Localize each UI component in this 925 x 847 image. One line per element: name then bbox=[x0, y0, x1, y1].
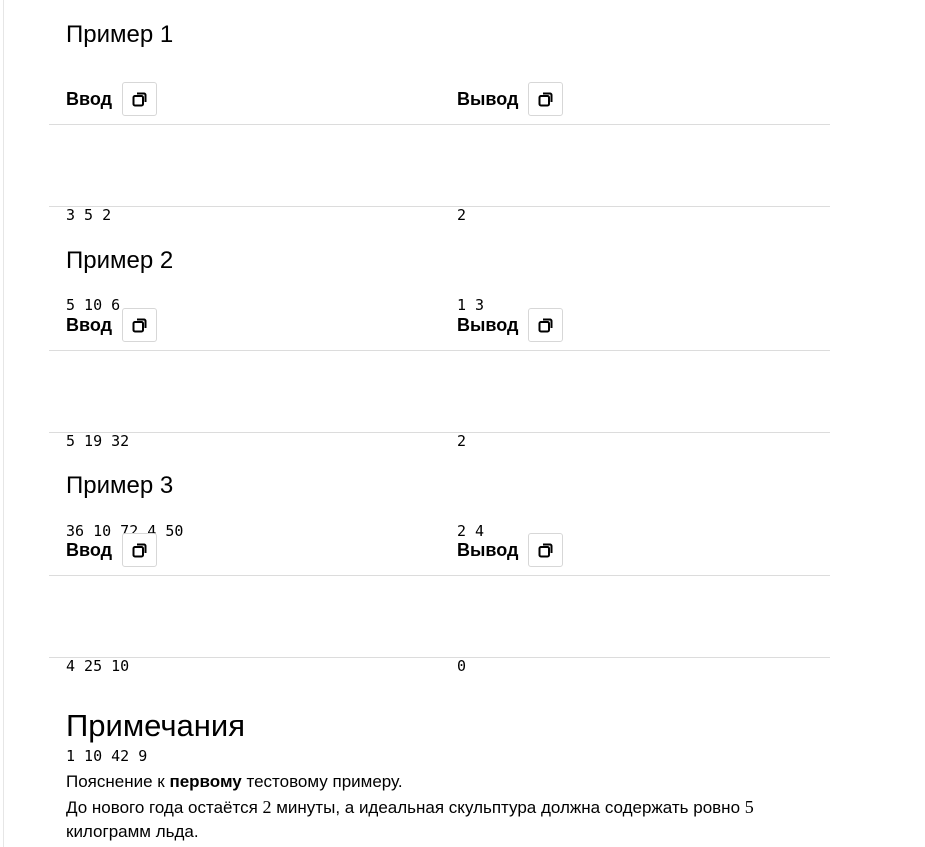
output-label: Вывод bbox=[457, 314, 519, 335]
example-3: Пример 3 Ввод Вывод 4 25 10 1 10 42 9 0 bbox=[0, 451, 925, 765]
copy-output-button[interactable] bbox=[528, 308, 564, 342]
output-label: Вывод bbox=[457, 539, 519, 560]
example-title: Пример 2 bbox=[66, 247, 174, 274]
input-label: Ввод bbox=[66, 314, 113, 335]
notes-text-segment: До нового года остаётся bbox=[66, 797, 263, 817]
example-title: Пример 1 bbox=[66, 21, 174, 48]
output-block: 0 bbox=[457, 591, 511, 741]
output-label: Вывод bbox=[457, 88, 519, 109]
output-header: Вывод bbox=[457, 81, 564, 117]
notes-text: Пояснение к первому тестовому примеру. Д… bbox=[66, 770, 826, 845]
notes-line: До нового года остаётся 2 минуты, а идеа… bbox=[66, 795, 826, 845]
copy-output-button[interactable] bbox=[528, 82, 564, 116]
table-divider bbox=[49, 575, 830, 576]
notes-text-segment: килограмм льда. bbox=[66, 822, 199, 841]
output-header: Вывод bbox=[457, 307, 564, 343]
input-line: 4 25 10 bbox=[66, 657, 130, 675]
output-line: 0 bbox=[457, 657, 467, 675]
notes-number: 5 bbox=[744, 796, 754, 817]
input-header: Ввод bbox=[66, 307, 158, 343]
example-2: Пример 2 Ввод Вывод 5 19 32 36 10 72 4 5… bbox=[0, 226, 925, 540]
example-1: Пример 1 Ввод Вывод 3 5 2 5 10 6 2 1 3 bbox=[0, 0, 925, 314]
copy-input-button[interactable] bbox=[122, 82, 158, 116]
notes-number: 2 bbox=[262, 796, 272, 817]
copy-icon bbox=[132, 543, 147, 558]
copy-output-button[interactable] bbox=[528, 533, 564, 567]
notes-text-segment: тестовому примеру. bbox=[241, 772, 403, 791]
table-divider bbox=[49, 432, 830, 433]
table-divider bbox=[49, 350, 830, 351]
example-title: Пример 3 bbox=[66, 472, 174, 499]
copy-input-button[interactable] bbox=[122, 533, 158, 567]
page: Пример 1 Ввод Вывод 3 5 2 5 10 6 2 1 3 П… bbox=[0, 0, 925, 847]
output-header: Вывод bbox=[457, 532, 564, 568]
notes-text-segment: Пояснение к bbox=[66, 772, 170, 791]
table-divider bbox=[49, 124, 830, 125]
notes-text-segment: минуты, а идеальная скульптура должна со… bbox=[271, 797, 745, 817]
table-divider bbox=[49, 657, 830, 658]
table-divider bbox=[49, 206, 830, 207]
notes-line: Пояснение к первому тестовому примеру. bbox=[66, 770, 826, 795]
notes-title: Примечания bbox=[66, 708, 245, 743]
input-header: Ввод bbox=[66, 81, 158, 117]
copy-icon bbox=[132, 318, 147, 333]
copy-icon bbox=[538, 543, 553, 558]
input-label: Ввод bbox=[66, 88, 113, 109]
input-label: Ввод bbox=[66, 539, 113, 560]
copy-icon bbox=[538, 318, 553, 333]
copy-input-button[interactable] bbox=[122, 308, 158, 342]
notes-bold-text: первому bbox=[169, 772, 242, 791]
copy-icon bbox=[132, 92, 147, 107]
input-header: Ввод bbox=[66, 532, 158, 568]
copy-icon bbox=[538, 92, 553, 107]
